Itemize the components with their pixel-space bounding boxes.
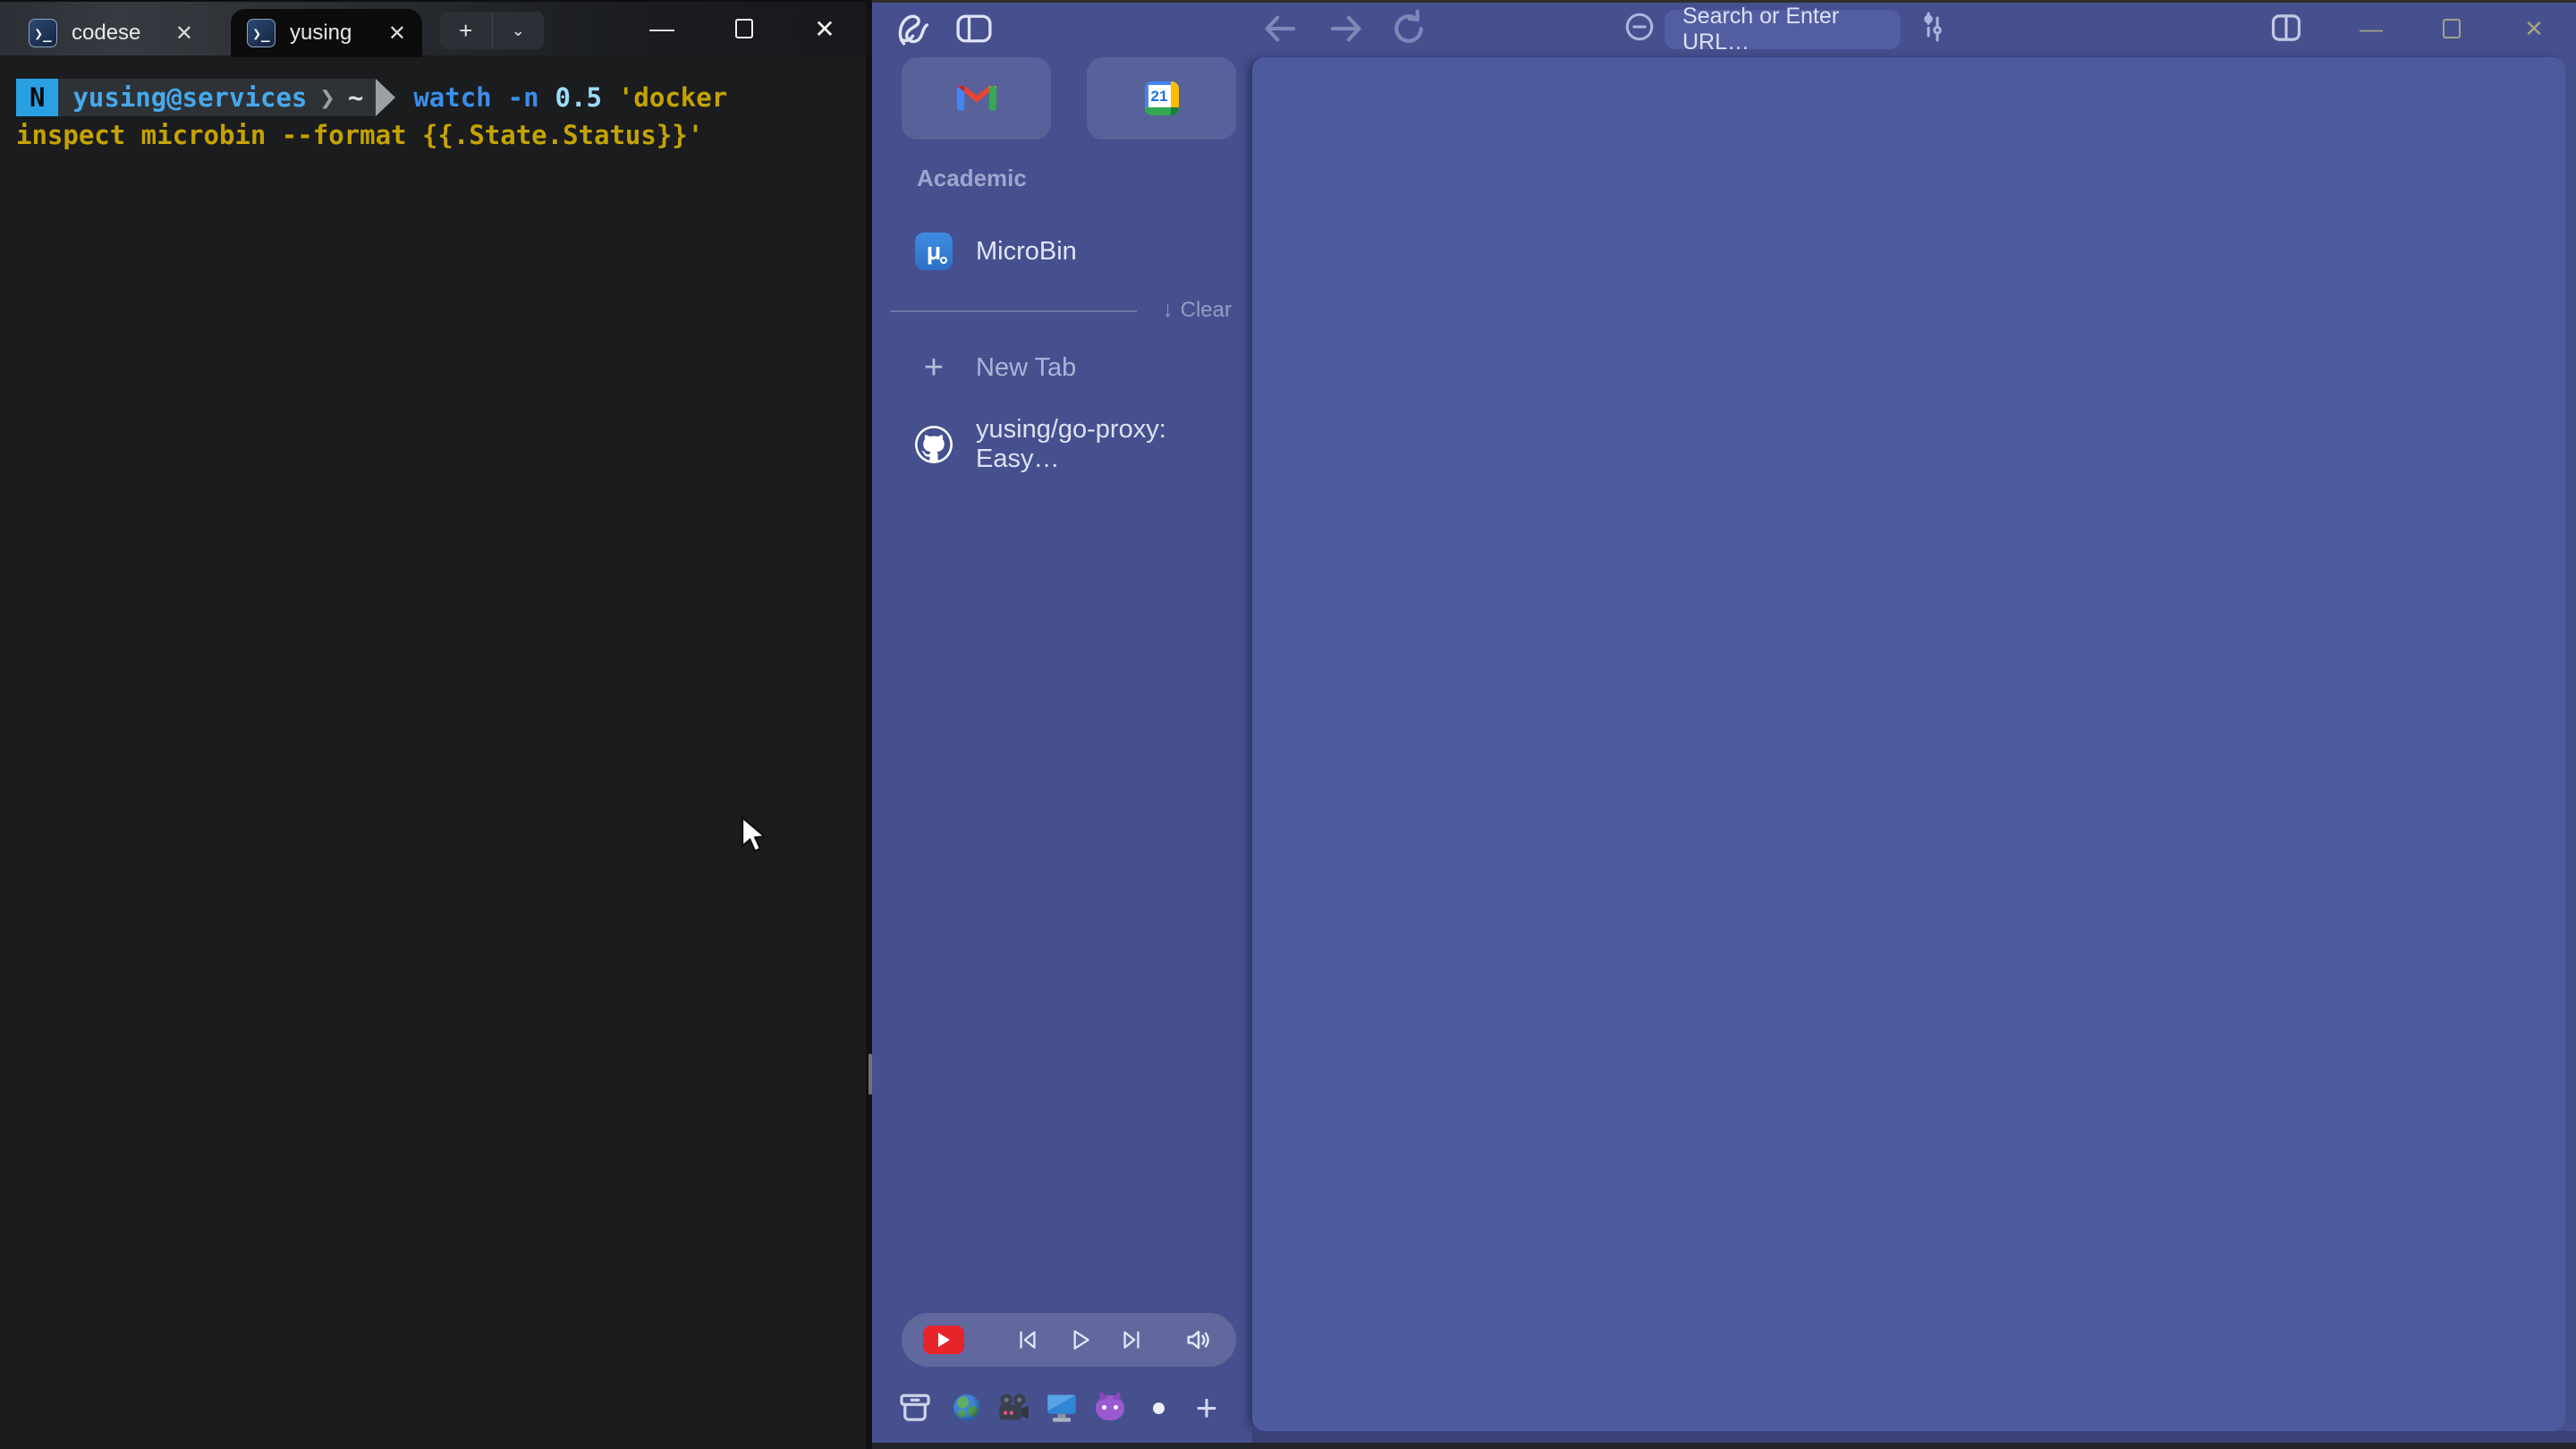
minimize-button[interactable]: —	[2344, 9, 2398, 48]
taskbar-edge	[872, 1443, 2576, 1449]
close-button[interactable]: ✕	[2507, 9, 2561, 48]
prompt-segment: yusing@services ❯ ~	[58, 79, 376, 116]
reload-icon[interactable]	[1389, 9, 1428, 48]
tabs-divider-row: ↓ Clear	[890, 301, 1235, 322]
add-workspace-button[interactable]: +	[1187, 1388, 1226, 1428]
terminal-tab-bar: ❯_ codese ✕ ❯_ yusing ✕ + ⌄ — ✕	[0, 0, 866, 55]
new-tab-button[interactable]: + New Tab	[894, 342, 1233, 394]
tab-goproxy[interactable]: yusing/go-proxy: Easy…	[894, 419, 1233, 470]
zen-logo-icon[interactable]	[894, 9, 935, 50]
command-wrap-line: inspect microbin --format {{.State.Statu…	[16, 116, 857, 154]
arrow-down-icon: ↓	[1163, 298, 1174, 323]
essential-tab-gmail[interactable]	[902, 57, 1051, 140]
movie-camera-workspace-icon[interactable]	[994, 1388, 1033, 1428]
essential-tab-google-calendar[interactable]: 21	[1087, 57, 1236, 140]
new-tab-button[interactable]: +	[440, 12, 492, 49]
terminal-tab-label: yusing	[290, 21, 352, 46]
terminal-newtab-group: + ⌄	[440, 12, 544, 49]
archive-workspace-icon[interactable]	[895, 1388, 935, 1428]
split-view-icon[interactable]	[2267, 9, 2305, 47]
youtube-icon[interactable]	[923, 1326, 964, 1354]
powershell-icon: ❯_	[29, 19, 57, 47]
command-string-line1: 'docker	[618, 80, 727, 115]
next-track-icon[interactable]	[1116, 1325, 1147, 1355]
gmail-icon	[957, 83, 996, 114]
prompt-arrow-icon	[376, 79, 395, 116]
tab-close-icon[interactable]: ✕	[175, 21, 193, 47]
prompt-user-host: yusing@services	[72, 80, 307, 115]
terminal-output[interactable]: N yusing@services ❯ ~ watch -n 0.5 'dock…	[16, 79, 857, 154]
browser-window: Search or Enter URL… — ✕ 21 Academic	[872, 0, 2576, 1449]
terminal-window: ❯_ codese ✕ ❯_ yusing ✕ + ⌄ — ✕ N yusing…	[0, 0, 866, 1449]
media-player	[902, 1313, 1236, 1367]
google-calendar-icon: 21	[1145, 81, 1179, 115]
tab-dropdown-button[interactable]: ⌄	[492, 12, 545, 49]
terminal-tab-codeserver[interactable]: ❯_ codese ✕	[13, 9, 209, 57]
tabs-divider	[890, 310, 1137, 312]
desktop-workspace-icon[interactable]	[1042, 1388, 1081, 1428]
maximize-icon	[735, 19, 753, 38]
window-bottom-band	[1252, 1431, 2576, 1444]
url-bar[interactable]: Search or Enter URL…	[1665, 10, 1901, 49]
terminal-tab-label: codese	[72, 21, 140, 46]
github-icon	[915, 426, 953, 463]
maximize-button[interactable]	[703, 2, 785, 55]
plus-icon: +	[915, 349, 953, 387]
maximize-icon	[2443, 19, 2461, 38]
site-info-icon[interactable]	[1622, 9, 1657, 45]
volume-icon[interactable]	[1182, 1324, 1215, 1356]
microbin-favicon: μ	[915, 233, 953, 270]
tab-close-icon[interactable]: ✕	[388, 21, 406, 47]
command-number: 0.5	[555, 80, 602, 115]
command-keyword: watch	[413, 80, 491, 115]
command-flag: -n	[508, 80, 539, 115]
tab-label: yusing/go-proxy: Easy…	[976, 415, 1233, 474]
command-string-line2: inspect microbin --format {{.State.Statu…	[16, 117, 703, 153]
minimize-button[interactable]: —	[621, 2, 703, 55]
powershell-icon: ❯_	[247, 19, 275, 47]
browser-content-pane[interactable]	[1252, 57, 2565, 1431]
maximize-button[interactable]	[2425, 9, 2479, 48]
devil-workspace-icon[interactable]	[1090, 1388, 1130, 1428]
pinned-tab-microbin[interactable]: μ MicroBin	[894, 225, 1233, 277]
prompt-line: N yusing@services ❯ ~ watch -n 0.5 'dock…	[16, 79, 857, 116]
current-workspace-dot[interactable]	[1139, 1388, 1178, 1428]
customize-sliders-icon[interactable]	[1915, 9, 1951, 45]
browser-top-edge	[872, 0, 2576, 3]
prompt-cwd: ~	[348, 80, 363, 115]
globe-workspace-icon[interactable]	[947, 1388, 987, 1428]
sidebar-toggle-icon[interactable]	[954, 9, 994, 48]
prompt-separator: ❯	[319, 80, 335, 115]
previous-track-icon[interactable]	[1013, 1325, 1043, 1355]
workspace-section-label: Academic	[917, 165, 1027, 192]
clear-tabs-button[interactable]: ↓ Clear	[1163, 298, 1232, 323]
close-button[interactable]: ✕	[784, 2, 866, 55]
terminal-tab-yusing[interactable]: ❯_ yusing ✕	[231, 9, 422, 57]
forward-icon[interactable]	[1326, 9, 1366, 48]
pinned-tab-label: MicroBin	[976, 237, 1077, 267]
back-icon[interactable]	[1260, 9, 1300, 48]
play-icon[interactable]	[1064, 1325, 1095, 1355]
mouse-cursor	[739, 816, 775, 855]
clear-label: Clear	[1181, 298, 1232, 323]
url-placeholder: Search or Enter URL…	[1682, 4, 1901, 55]
prompt-os-badge: N	[16, 79, 58, 116]
window-divider[interactable]	[866, 0, 872, 1449]
new-tab-label: New Tab	[976, 353, 1076, 383]
